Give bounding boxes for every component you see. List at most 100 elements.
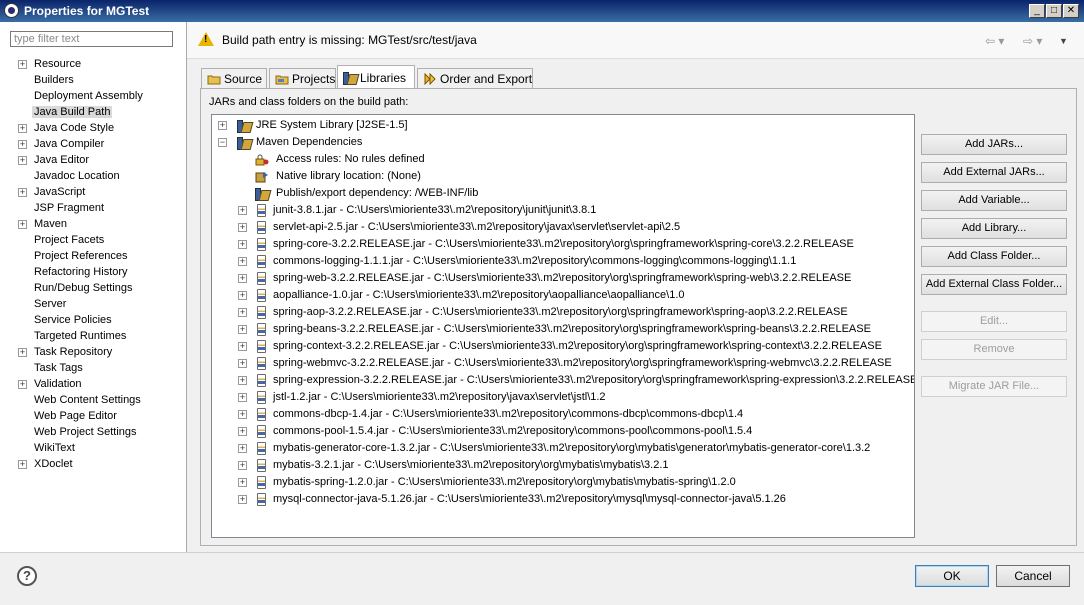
jar-row[interactable]: + commons-logging-1.1.1.jar - C:\Users\mi…: [238, 253, 796, 270]
expand-icon[interactable]: +: [18, 380, 27, 389]
jar-row[interactable]: + servlet-api-2.5.jar - C:\Users\miorient…: [238, 219, 680, 236]
expand-icon[interactable]: +: [238, 342, 247, 351]
tab-source[interactable]: Source: [201, 68, 267, 88]
expand-icon[interactable]: +: [238, 291, 247, 300]
sidebar-item[interactable]: Service Policies: [18, 312, 143, 328]
sidebar-item[interactable]: + Resource: [18, 56, 143, 72]
close-button[interactable]: ✕: [1063, 4, 1079, 18]
build-path-list[interactable]: + JRE System Library [J2SE-1.5] − Maven …: [211, 114, 915, 538]
sidebar-item[interactable]: + Java Compiler: [18, 136, 143, 152]
expand-icon[interactable]: +: [238, 376, 247, 385]
sidebar-item[interactable]: Web Content Settings: [18, 392, 143, 408]
expand-icon[interactable]: +: [238, 495, 247, 504]
sidebar-item[interactable]: Refactoring History: [18, 264, 143, 280]
sidebar-item[interactable]: + Validation: [18, 376, 143, 392]
jar-row[interactable]: + mysql-connector-java-5.1.26.jar - C:\Us…: [238, 491, 786, 508]
expand-icon[interactable]: +: [238, 223, 247, 232]
sidebar-item[interactable]: + Java Code Style: [18, 120, 143, 136]
sidebar-item[interactable]: Server: [18, 296, 143, 312]
tab-order-export[interactable]: Order and Export: [417, 68, 533, 88]
edit-button[interactable]: Edit...: [921, 311, 1067, 332]
jar-row[interactable]: + mybatis-spring-1.2.0.jar - C:\Users\mio…: [238, 474, 736, 491]
jar-row[interactable]: + spring-beans-3.2.2.RELEASE.jar - C:\Use…: [238, 321, 871, 338]
ok-button[interactable]: OK: [915, 565, 989, 587]
cancel-button[interactable]: Cancel: [996, 565, 1070, 587]
migrate-jar-button[interactable]: Migrate JAR File...: [921, 376, 1067, 397]
sidebar-item[interactable]: + Task Repository: [18, 344, 143, 360]
access-rules-row[interactable]: Access rules: No rules defined: [238, 151, 425, 168]
maven-dependencies-row[interactable]: − Maven Dependencies: [218, 134, 362, 151]
collapse-icon[interactable]: −: [218, 138, 227, 147]
filter-input[interactable]: [10, 31, 173, 47]
expand-icon[interactable]: +: [238, 240, 247, 249]
jar-row[interactable]: + spring-expression-3.2.2.RELEASE.jar - C…: [238, 372, 914, 389]
add-class-folder-button[interactable]: Add Class Folder...: [921, 246, 1067, 267]
expand-icon[interactable]: +: [18, 156, 27, 165]
sidebar-item[interactable]: JSP Fragment: [18, 200, 143, 216]
jar-row[interactable]: + mybatis-3.2.1.jar - C:\Users\mioriente3…: [238, 457, 669, 474]
jar-row[interactable]: + aopalliance-1.0.jar - C:\Users\miorient…: [238, 287, 685, 304]
sidebar-item[interactable]: Web Page Editor: [18, 408, 143, 424]
expand-icon[interactable]: +: [238, 427, 247, 436]
jar-row[interactable]: + spring-web-3.2.2.RELEASE.jar - C:\Users…: [238, 270, 851, 287]
expand-icon[interactable]: +: [238, 478, 247, 487]
sidebar-item[interactable]: Java Build Path: [18, 104, 143, 120]
sidebar-item[interactable]: Project References: [18, 248, 143, 264]
sidebar-item[interactable]: + Maven: [18, 216, 143, 232]
sidebar-item[interactable]: Run/Debug Settings: [18, 280, 143, 296]
expand-icon[interactable]: +: [238, 410, 247, 419]
expand-icon[interactable]: +: [218, 121, 227, 130]
add-jars-button[interactable]: Add JARs...: [921, 134, 1067, 155]
maximize-button[interactable]: □: [1046, 4, 1062, 18]
sidebar-item[interactable]: Deployment Assembly: [18, 88, 143, 104]
view-menu-icon[interactable]: ▼: [1059, 36, 1068, 46]
jre-library-row[interactable]: + JRE System Library [J2SE-1.5]: [218, 117, 408, 134]
sidebar-item[interactable]: Targeted Runtimes: [18, 328, 143, 344]
sidebar-item[interactable]: + Java Editor: [18, 152, 143, 168]
sidebar-item[interactable]: + XDoclet: [18, 456, 143, 472]
publish-export-row[interactable]: Publish/export dependency: /WEB-INF/lib: [238, 185, 478, 202]
add-library-button[interactable]: Add Library...: [921, 218, 1067, 239]
expand-icon[interactable]: +: [18, 348, 27, 357]
expand-icon[interactable]: +: [238, 461, 247, 470]
remove-button[interactable]: Remove: [921, 339, 1067, 360]
help-icon[interactable]: ?: [17, 566, 37, 586]
expand-icon[interactable]: +: [238, 393, 247, 402]
sidebar-item[interactable]: Web Project Settings: [18, 424, 143, 440]
jar-row[interactable]: + mybatis-generator-core-1.3.2.jar - C:\U…: [238, 440, 870, 457]
expand-icon[interactable]: +: [18, 220, 27, 229]
jar-row[interactable]: + spring-context-3.2.2.RELEASE.jar - C:\U…: [238, 338, 882, 355]
expand-icon[interactable]: +: [18, 60, 27, 69]
expand-icon[interactable]: +: [18, 124, 27, 133]
expand-icon[interactable]: +: [18, 140, 27, 149]
expand-icon[interactable]: +: [238, 444, 247, 453]
minimize-button[interactable]: _: [1029, 4, 1045, 18]
jar-row[interactable]: + spring-webmvc-3.2.2.RELEASE.jar - C:\Us…: [238, 355, 892, 372]
expand-icon[interactable]: +: [238, 325, 247, 334]
forward-arrow-icon[interactable]: ⇨ ▾: [1023, 34, 1042, 48]
jar-row[interactable]: + spring-aop-3.2.2.RELEASE.jar - C:\Users…: [238, 304, 848, 321]
sidebar-item[interactable]: WikiText: [18, 440, 143, 456]
expand-icon[interactable]: +: [18, 188, 27, 197]
jar-row[interactable]: + junit-3.8.1.jar - C:\Users\mioriente33\…: [238, 202, 596, 219]
tab-projects[interactable]: Projects: [269, 68, 336, 88]
jar-row[interactable]: + jstl-1.2.jar - C:\Users\mioriente33\.m2…: [238, 389, 606, 406]
expand-icon[interactable]: +: [238, 274, 247, 283]
expand-icon[interactable]: +: [238, 359, 247, 368]
expand-icon[interactable]: +: [238, 257, 247, 266]
add-variable-button[interactable]: Add Variable...: [921, 190, 1067, 211]
sidebar-item[interactable]: + JavaScript: [18, 184, 143, 200]
expand-icon[interactable]: +: [238, 206, 247, 215]
sidebar-item[interactable]: Builders: [18, 72, 143, 88]
add-external-class-folder-button[interactable]: Add External Class Folder...: [921, 274, 1067, 295]
tab-libraries[interactable]: Libraries: [337, 65, 415, 88]
jar-row[interactable]: + commons-pool-1.5.4.jar - C:\Users\miori…: [238, 423, 752, 440]
expand-icon[interactable]: +: [238, 308, 247, 317]
back-arrow-icon[interactable]: ⇦ ▾: [985, 34, 1004, 48]
sidebar-item[interactable]: Task Tags: [18, 360, 143, 376]
expand-icon[interactable]: +: [18, 460, 27, 469]
sidebar-item[interactable]: Javadoc Location: [18, 168, 143, 184]
jar-row[interactable]: + spring-core-3.2.2.RELEASE.jar - C:\User…: [238, 236, 854, 253]
native-library-row[interactable]: Native library location: (None): [238, 168, 421, 185]
sidebar-item[interactable]: Project Facets: [18, 232, 143, 248]
